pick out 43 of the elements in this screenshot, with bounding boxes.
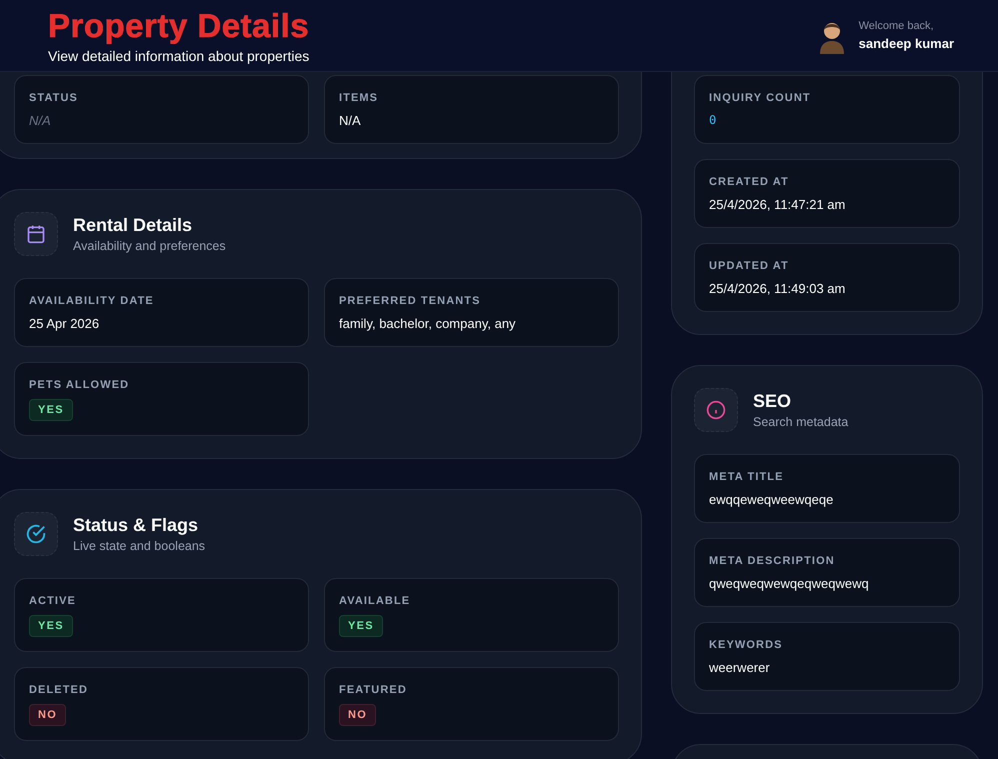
field-label: CREATED AT	[709, 176, 790, 188]
field-value: N/A	[339, 113, 362, 128]
field-label: AVAILABILITY DATE	[29, 295, 155, 307]
page-subtitle: View detailed information about properties	[48, 48, 310, 64]
field-value: 25/4/2026, 11:49:03 am	[709, 281, 846, 296]
field-value: 25/4/2026, 11:47:21 am	[709, 197, 846, 212]
field-value: qweqweqwewqeqweqwewq	[709, 576, 870, 591]
section-title: SEO	[753, 391, 792, 412]
section-subtitle: Search metadata	[753, 415, 848, 429]
field-label: META DESCRIPTION	[709, 555, 836, 567]
user-name: sandeep kumar	[858, 36, 954, 51]
status-badge: YES	[29, 615, 73, 637]
field-label: PETS ALLOWED	[29, 379, 130, 391]
welcome-text: Welcome back,	[858, 20, 935, 32]
field-label: UPDATED AT	[709, 260, 790, 272]
section-subtitle: Availability and preferences	[73, 239, 226, 253]
info-icon	[706, 400, 726, 420]
status-badge: NO	[29, 704, 66, 726]
field-label: PREFERRED TENANTS	[339, 295, 482, 307]
field-value: N/A	[29, 113, 52, 128]
status-badge: YES	[339, 615, 383, 637]
field-value: 25 Apr 2026	[29, 316, 100, 331]
field-value: family, bachelor, company, any	[339, 316, 517, 331]
field-label: STATUS	[29, 92, 79, 104]
check-circle-icon	[25, 523, 47, 545]
status-badge: NO	[339, 704, 376, 726]
field-label: DELETED	[29, 684, 90, 696]
field-label: META TITLE	[709, 471, 785, 483]
field-label: KEYWORDS	[709, 639, 784, 651]
calendar-icon	[26, 224, 46, 244]
field-label: ACTIVE	[29, 595, 77, 607]
field-label: INQUIRY COUNT	[709, 92, 812, 104]
field-label: AVAILABLE	[339, 595, 412, 607]
section-subtitle: Live state and booleans	[73, 539, 206, 553]
section-title: Rental Details	[73, 215, 194, 236]
field-label: FEATURED	[339, 684, 408, 696]
field-value: weerwerer	[709, 660, 771, 675]
status-badge: YES	[29, 399, 73, 421]
field-label: ITEMS	[339, 92, 380, 104]
field-value: ewqqeweqweewqeqe	[709, 492, 834, 507]
page-title: Property Details	[48, 8, 310, 44]
section-title: Status & Flags	[73, 515, 200, 536]
field-value: 0	[709, 113, 718, 127]
